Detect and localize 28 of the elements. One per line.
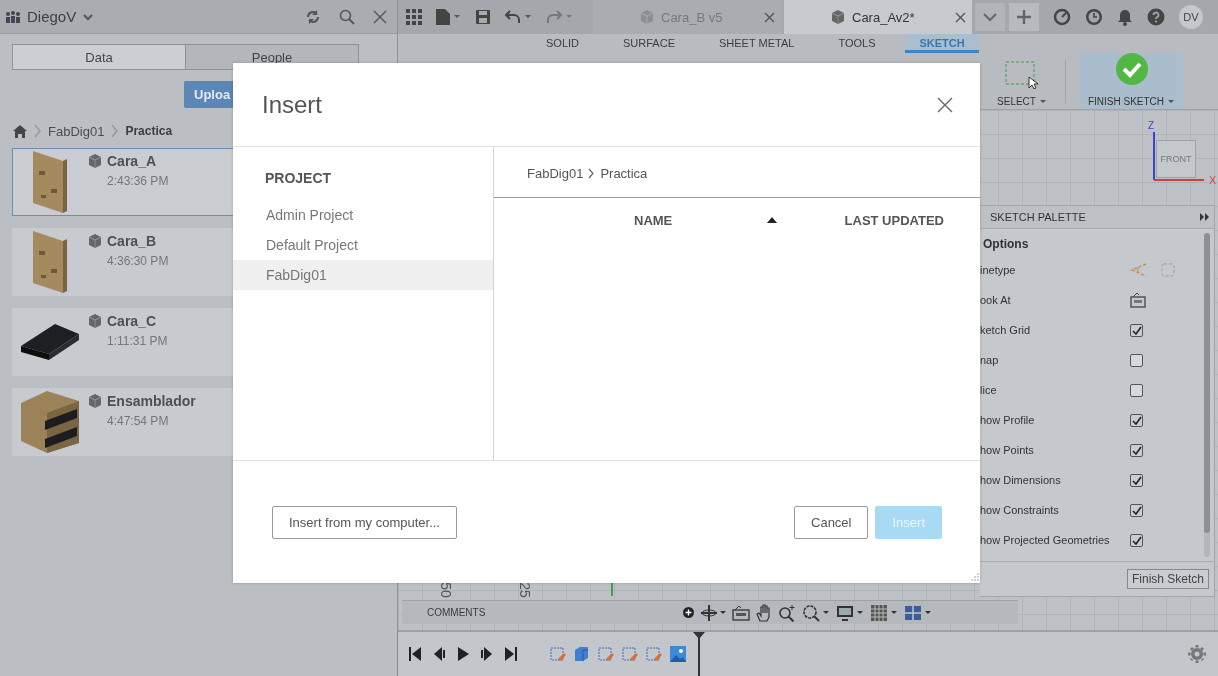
option-label: ketch Grid [980,324,1032,336]
option-label: how Projected Geometries [980,534,1111,546]
option-label: how Points [980,444,1035,456]
file-name: Cara_C [107,313,157,329]
axis-label: Z [1148,120,1155,131]
ruler-label: 50 [437,582,454,598]
option-label: nap [980,354,1000,366]
dialog-title: Insert [262,90,323,119]
file-name: Cara_A [107,153,157,169]
option-label: how Dimensions [980,474,1062,486]
section-title: Options [983,236,1030,253]
file-name: Cara_B [107,233,157,249]
file-time: 4:47:54 PM [107,414,170,428]
file-time: 2:43:36 PM [107,174,169,188]
section-heading: PROJECT [264,169,333,188]
file-name: Ensamblador [107,393,196,409]
option-label: inetype [980,264,1017,276]
axis-label: X [1209,175,1216,186]
ruler-label: 25 [516,582,533,598]
file-time: 4:36:30 PM [107,254,169,268]
comments-label: COMMENTS [427,607,486,618]
palette-title: SKETCH PALETTE [990,211,1086,223]
option-label: how Profile [980,414,1036,426]
tab-title: Cara_Av2* [852,9,916,25]
file-time: 1:11:31 PM [107,334,168,348]
option-label: lice [980,384,998,396]
option-label: how Constraints [980,504,1060,516]
option-label: ook At [980,294,1012,306]
